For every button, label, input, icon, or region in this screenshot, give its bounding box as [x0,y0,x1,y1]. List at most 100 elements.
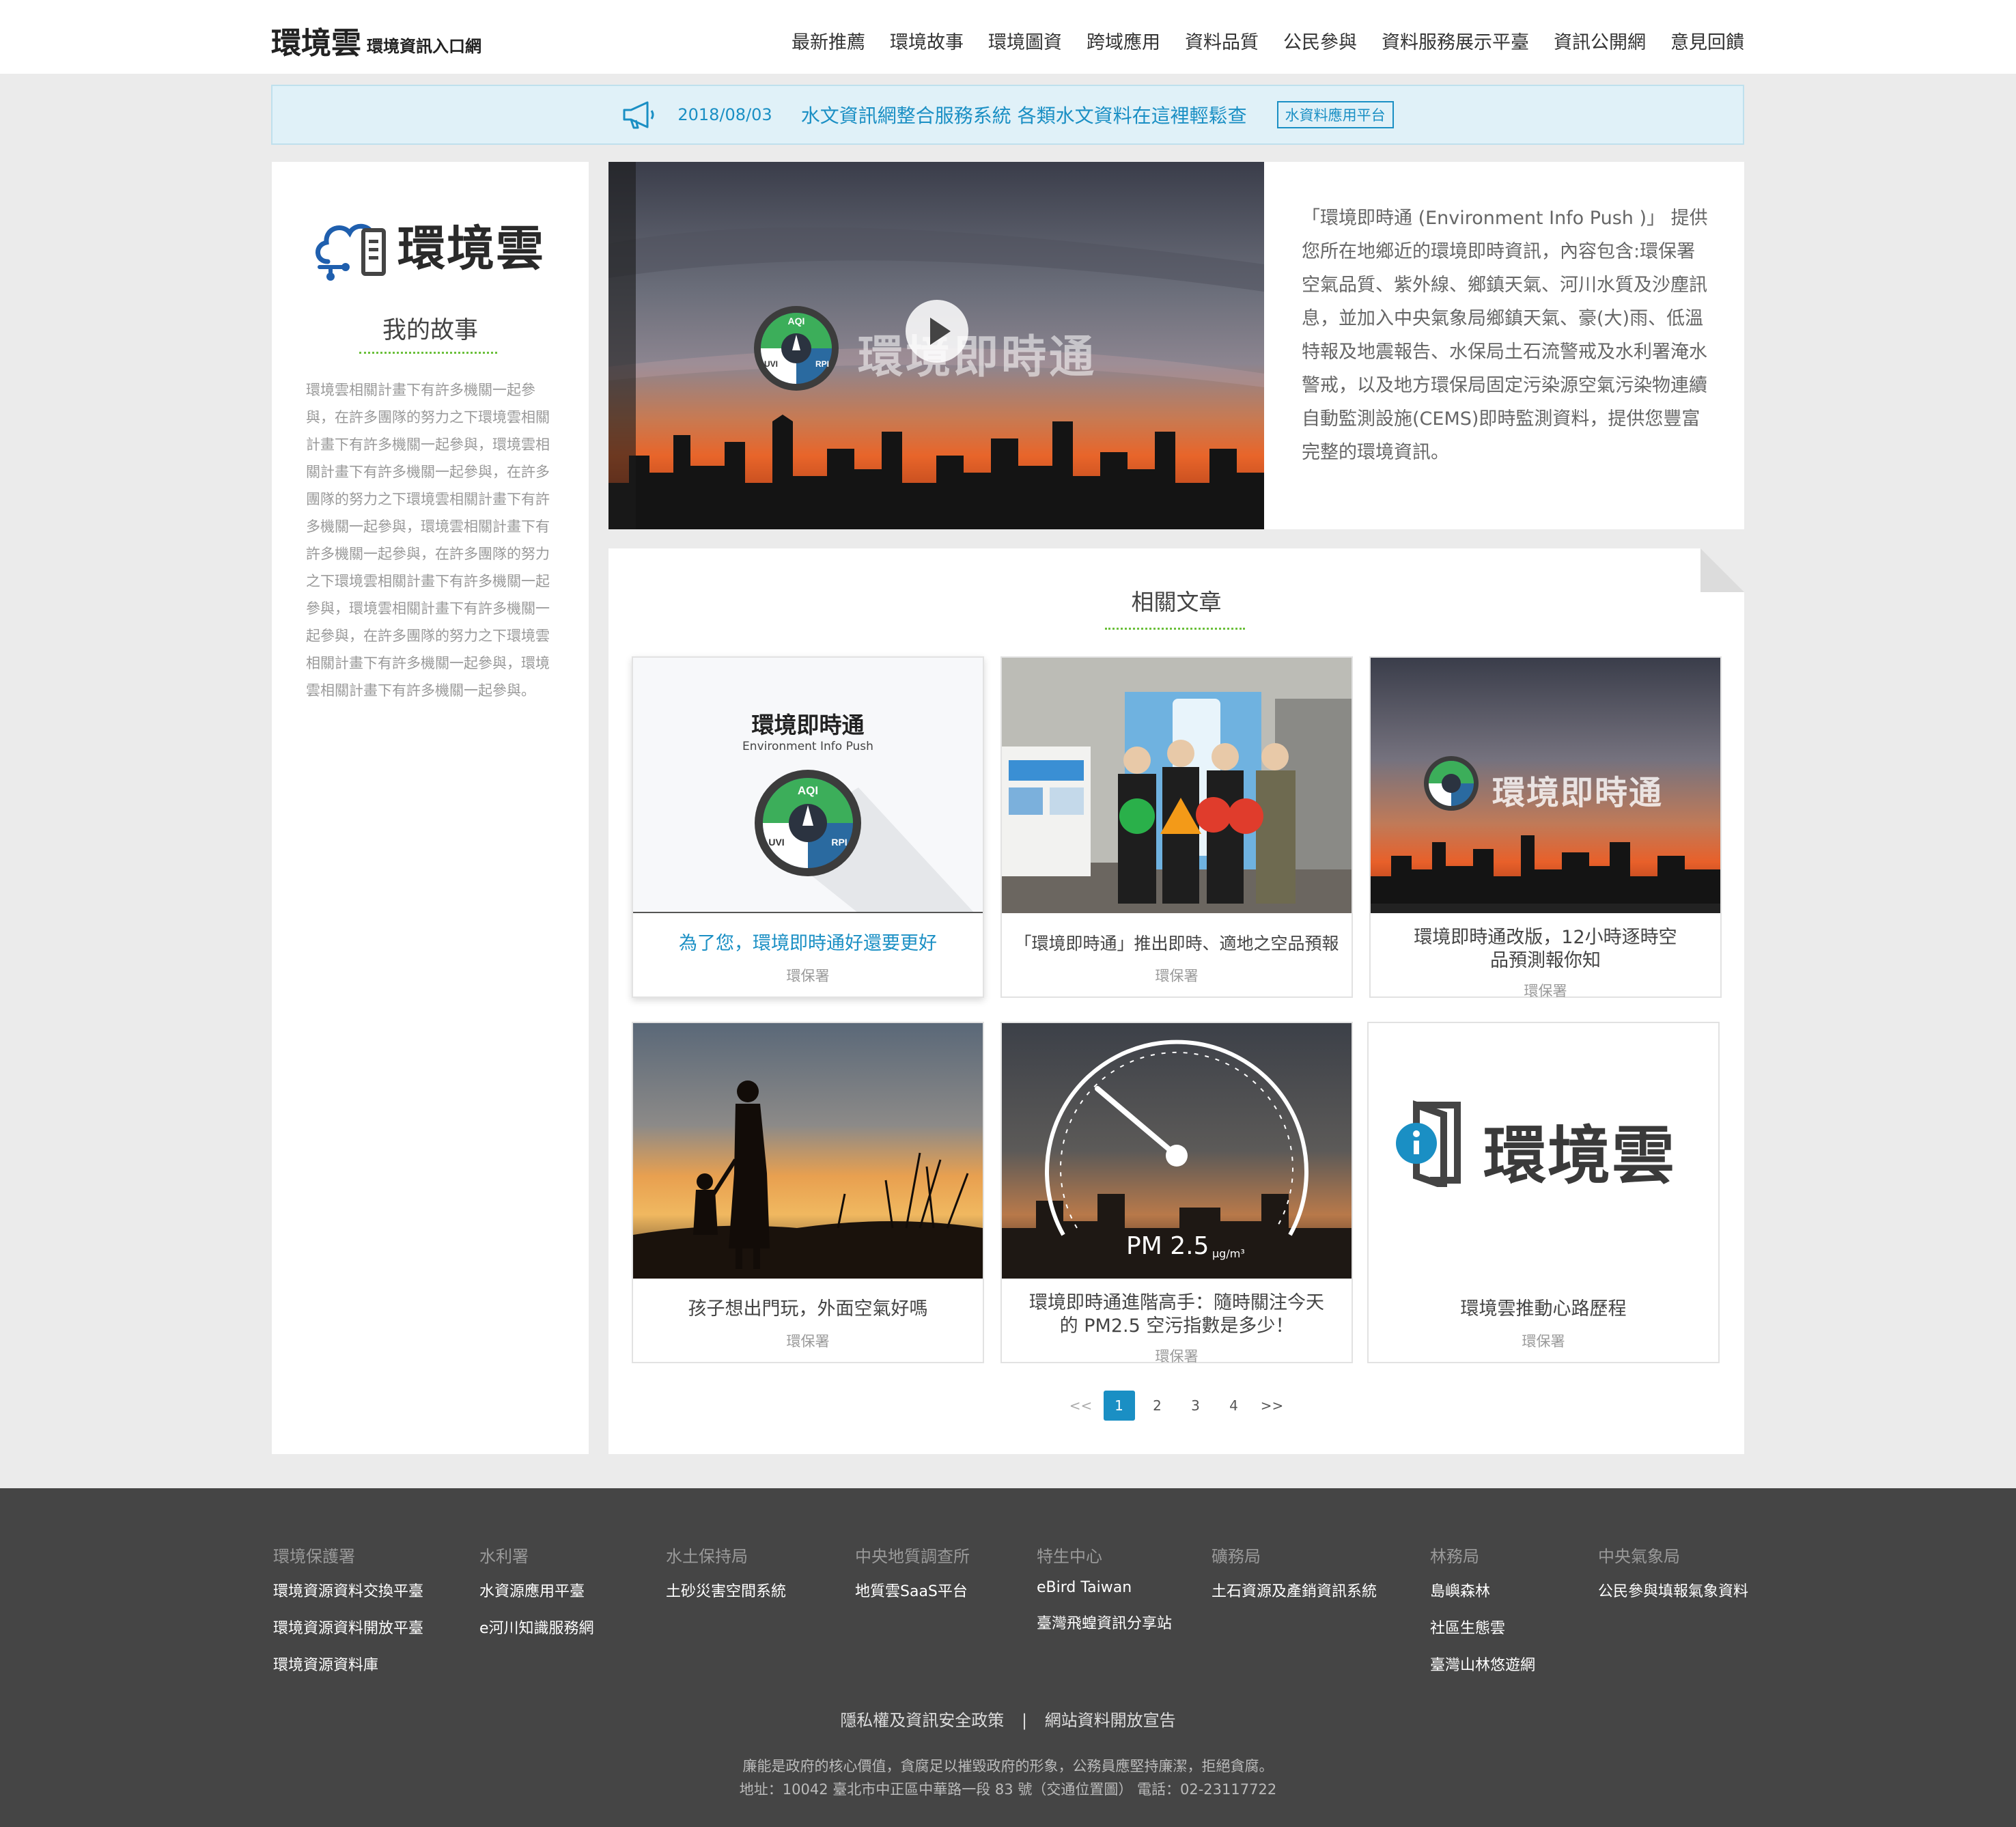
thumb-gauge-uvi-label: UVI [768,837,784,848]
footer-link[interactable]: 島嶼森林 [1430,1579,1535,1601]
nav-item-info-disclosure[interactable]: 資訊公開網 [1554,27,1646,54]
footer-link[interactable]: 土砂災害空間系統 [666,1579,786,1601]
article-title[interactable]: 環境雲推動心路歷程 [1369,1298,1718,1321]
article-source: 環保署 [1155,1348,1199,1365]
footer-link[interactable]: 地質雲SaaS平台 [855,1579,970,1601]
article-source: 環保署 [1524,983,1567,999]
pager-prev[interactable]: << [1065,1391,1097,1421]
open-data-link[interactable]: 網站資料開放宣告 [1045,1711,1176,1730]
article-card[interactable]: PM 2.5 μg/m³ 環境即時通進階高手：隨時關注今天的 PM2.5 空污指… [1000,1022,1353,1365]
sidebar-logo: 環境雲 [313,207,545,282]
article-source: 環保署 [786,1333,830,1350]
pm25-label: PM 2.5 [1126,1232,1209,1260]
footer-link[interactable]: 水資源應用平臺 [479,1579,594,1601]
footer-link[interactable]: 臺灣山林悠遊網 [1430,1653,1535,1675]
footer-link[interactable]: 環境資源資料交換平臺 [273,1579,423,1601]
article-source: 環保署 [1155,968,1199,984]
sidebar-title-divider [359,352,497,354]
feature-video[interactable]: AQI UVI RPI 環境即時通 [608,162,1264,529]
footer-column: 水利署 水資源應用平臺 e河川知識服務網 [479,1543,594,1653]
play-icon[interactable] [904,298,970,364]
article-thumbnail: 環境即時通 [1371,658,1720,913]
footer-column: 水土保持局 土砂災害空間系統 [666,1543,786,1616]
cloud-server-icon [316,223,386,281]
article-card[interactable]: 環境即時通 Environment Info Push AQI UVI RPI … [632,656,984,998]
footer-separator: | [1021,1711,1028,1730]
thumb-gauge-rpi-label: RPI [831,837,847,848]
footer-link[interactable]: 土石資源及產銷資訊系統 [1212,1579,1377,1601]
main-nav: 最新推薦 環境故事 環境圖資 跨域應用 資料品質 公民參與 資料服務展示平臺 資… [792,27,1744,54]
press-event-photo [1002,658,1352,913]
article-card[interactable]: 孩子想出門玩，外面空氣好嗎 環保署 [632,1022,984,1363]
nav-item-recommended[interactable]: 最新推薦 [792,27,865,54]
gauge-logo-icon: AQI UVI RPI [754,306,839,391]
nav-item-stories[interactable]: 環境故事 [890,27,964,54]
article-title[interactable]: 環境即時通進階高手：隨時關注今天的 PM2.5 空污指數是多少！ [1022,1292,1331,1338]
top-header: 環境雲 環境資訊入口網 最新推薦 環境故事 環境圖資 跨域應用 資料品質 公民參… [0,0,2016,74]
thumb-overlay-text: 環境即時通 [1492,774,1664,812]
article-card[interactable]: 「環境即時通」推出即時、適地之空品預報 環保署 [1000,656,1353,998]
logo-sub-text: 環境資訊入口網 [367,37,481,56]
sidebar-logo-text: 環境雲 [397,220,545,277]
nav-item-participation[interactable]: 公民參與 [1283,27,1357,54]
announcement-bar[interactable]: 2018/08/03 水文資訊網整合服務系統 各類水文資料在這裡輕鬆查 水資料應… [271,85,1744,145]
info-door-icon [1396,1100,1461,1187]
contact-address: 地址：10042 臺北市中正區中華路一段 83 號（交通位置圖） 電話：02-2… [739,1781,1277,1798]
article-title[interactable]: 為了您，環境即時通好還要更好 [633,932,983,956]
article-card[interactable]: 環境即時通 環境即時通改版，12小時逐時空品預測報你知 環保署 [1369,656,1722,999]
pager-page[interactable]: 4 [1218,1391,1250,1421]
article-source: 環保署 [1522,1333,1565,1350]
footer-heading: 環境保護署 [273,1547,355,1566]
gauge-logo-icon: AQI UVI RPI [755,770,975,913]
integrity-statement: 廉能是政府的核心價值，貪腐足以摧毀政府的形象，公務員應堅持廉潔，拒絕貪腐。 [742,1758,1274,1774]
footer-heading: 中央氣象局 [1598,1547,1680,1566]
articles-title: 相關文章 [1131,589,1222,615]
sidebar-title: 我的故事 [382,317,478,344]
pager-next[interactable]: >> [1257,1391,1288,1421]
footer-heading: 礦務局 [1212,1547,1261,1566]
mother-child-silhouette-photo [633,1023,983,1279]
footer-heading: 水土保持局 [666,1547,748,1566]
footer-link[interactable]: 社區生態雲 [1430,1616,1535,1638]
footer-heading: 特生中心 [1037,1547,1102,1566]
site-logo[interactable]: 環境雲 環境資訊入口網 [271,18,481,59]
footer-link[interactable]: 環境資源資料庫 [273,1653,423,1675]
announcement-message[interactable]: 水文資訊網整合服務系統 各類水文資料在這裡輕鬆查 [801,101,1247,128]
announcement-tag[interactable]: 水資料應用平台 [1276,101,1394,128]
footer-link[interactable]: e河川知識服務網 [479,1616,594,1638]
nav-item-cross-domain[interactable]: 跨域應用 [1087,27,1160,54]
articles-title-divider [1105,628,1245,630]
gauge-rpi-label: RPI [815,359,829,369]
pager-page[interactable]: 2 [1142,1391,1173,1421]
pm25-unit: μg/m³ [1212,1247,1245,1260]
pager-page[interactable]: 3 [1180,1391,1212,1421]
footer-column: 環境保護署 環境資源資料交換平臺 環境資源資料開放平臺 環境資源資料庫 [273,1543,423,1690]
footer-column: 中央氣象局 公民參與填報氣象資料 [1598,1543,1748,1616]
megaphone-icon [623,101,654,129]
article-title[interactable]: 「環境即時通」推出即時、適地之空品預報 [1002,932,1352,956]
pager-page[interactable]: 1 [1103,1391,1135,1421]
article-title[interactable]: 環境即時通改版，12小時逐時空品預測報你知 [1412,926,1679,973]
privacy-policy-link[interactable]: 隱私權及資訊安全政策 [840,1711,1004,1730]
nav-item-maps[interactable]: 環境圖資 [988,27,1062,54]
nav-item-data-quality[interactable]: 資料品質 [1185,27,1259,54]
story-sidebar: 環境雲 我的故事 環境雲相關計畫下有許多機關一起參與，在許多團隊的努力之下環境雲… [272,162,589,1454]
footer-link[interactable]: 環境資源資料開放平臺 [273,1616,423,1638]
article-source: 環保署 [786,968,830,984]
feature-description: 「環境即時通 (Environment Info Push )」 提供您所在地鄉… [1302,208,1708,463]
gauge-aqi-label: AQI [788,316,805,326]
article-card[interactable]: 環境雲 環境雲推動心路歷程 環保署 [1367,1022,1720,1363]
article-thumbnail: PM 2.5 μg/m³ [1002,1023,1352,1279]
footer-link[interactable]: 臺灣飛蝗資訊分享站 [1037,1611,1172,1633]
gauge-uvi-label: UVI [764,359,778,369]
footer-column: 林務局 島嶼森林 社區生態雲 臺灣山林悠遊網 [1430,1543,1535,1690]
thumb-gauge-aqi-label: AQI [798,784,818,797]
footer-heading: 中央地質調查所 [855,1547,970,1566]
footer-link[interactable]: 公民參與填報氣象資料 [1598,1579,1748,1601]
thumb-logo-text: 環境雲 [1483,1119,1677,1193]
footer-link[interactable]: eBird Taiwan [1037,1579,1172,1596]
nav-item-data-services[interactable]: 資料服務展示平臺 [1382,27,1529,54]
nav-item-feedback[interactable]: 意見回饋 [1670,27,1744,54]
article-title[interactable]: 孩子想出門玩，外面空氣好嗎 [633,1298,983,1321]
article-thumbnail [1002,658,1352,913]
